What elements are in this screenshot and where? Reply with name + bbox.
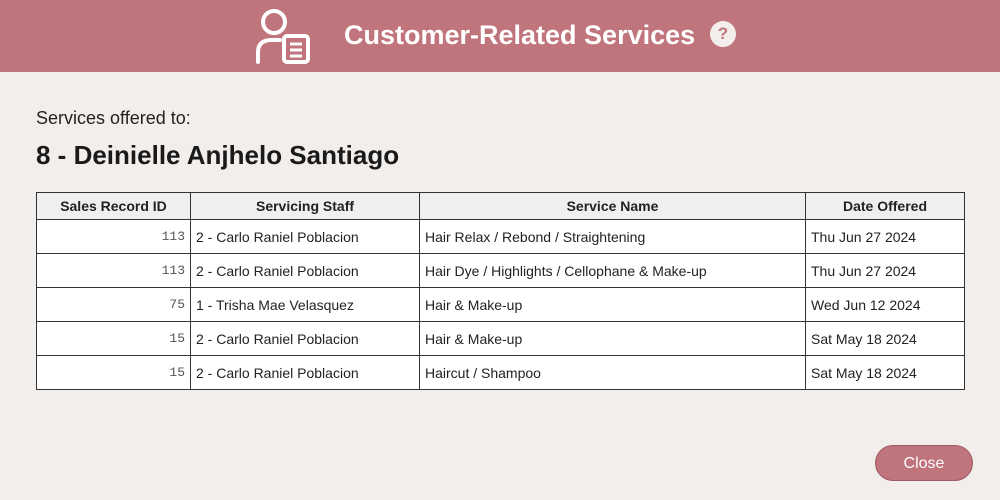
table-row: 15 2 - Carlo Raniel Poblacion Hair & Mak…	[36, 321, 965, 356]
column-header-service-name: Service Name	[419, 192, 806, 220]
services-table: Sales Record ID Servicing Staff Service …	[36, 192, 965, 390]
customer-document-icon	[256, 9, 310, 64]
dialog-title: Customer-Related Services	[344, 20, 696, 50]
service-name-cell: Haircut / Shampoo	[419, 355, 806, 390]
sales-record-id-cell: 15	[36, 355, 191, 390]
date-offered-cell: Sat May 18 2024	[805, 321, 965, 356]
sales-record-id-cell: 75	[36, 287, 191, 322]
table-row: 15 2 - Carlo Raniel Poblacion Haircut / …	[36, 355, 965, 390]
column-header-sales-record-id: Sales Record ID	[36, 192, 191, 220]
table-row: 113 2 - Carlo Raniel Poblacion Hair Rela…	[36, 219, 965, 254]
dialog-header: Customer-Related Services ?	[0, 0, 1000, 72]
help-icon[interactable]: ?	[710, 21, 736, 47]
sales-record-id-cell: 15	[36, 321, 191, 356]
sales-record-id-cell: 113	[36, 219, 191, 254]
date-offered-cell: Sat May 18 2024	[805, 355, 965, 390]
table-row: 113 2 - Carlo Raniel Poblacion Hair Dye …	[36, 253, 965, 288]
customer-name-heading: 8 - Deinielle Anjhelo Santiago	[36, 140, 400, 170]
table-row: 75 1 - Trisha Mae Velasquez Hair & Make-…	[36, 287, 965, 322]
date-offered-cell: Thu Jun 27 2024	[805, 253, 965, 288]
sales-record-id-cell: 113	[36, 253, 191, 288]
servicing-staff-cell: 2 - Carlo Raniel Poblacion	[190, 321, 420, 356]
date-offered-cell: Thu Jun 27 2024	[805, 219, 965, 254]
servicing-staff-cell: 2 - Carlo Raniel Poblacion	[190, 253, 420, 288]
close-button[interactable]: Close	[875, 445, 973, 481]
service-name-cell: Hair & Make-up	[419, 321, 806, 356]
servicing-staff-cell: 2 - Carlo Raniel Poblacion	[190, 355, 420, 390]
services-offered-label: Services offered to:	[36, 108, 191, 128]
table-header-row: Sales Record ID Servicing Staff Service …	[36, 192, 965, 220]
service-name-cell: Hair Dye / Highlights / Cellophane & Mak…	[419, 253, 806, 288]
servicing-staff-cell: 1 - Trisha Mae Velasquez	[190, 287, 420, 322]
column-header-date-offered: Date Offered	[805, 192, 965, 220]
service-name-cell: Hair Relax / Rebond / Straightening	[419, 219, 806, 254]
servicing-staff-cell: 2 - Carlo Raniel Poblacion	[190, 219, 420, 254]
column-header-servicing-staff: Servicing Staff	[190, 192, 420, 220]
date-offered-cell: Wed Jun 12 2024	[805, 287, 965, 322]
service-name-cell: Hair & Make-up	[419, 287, 806, 322]
